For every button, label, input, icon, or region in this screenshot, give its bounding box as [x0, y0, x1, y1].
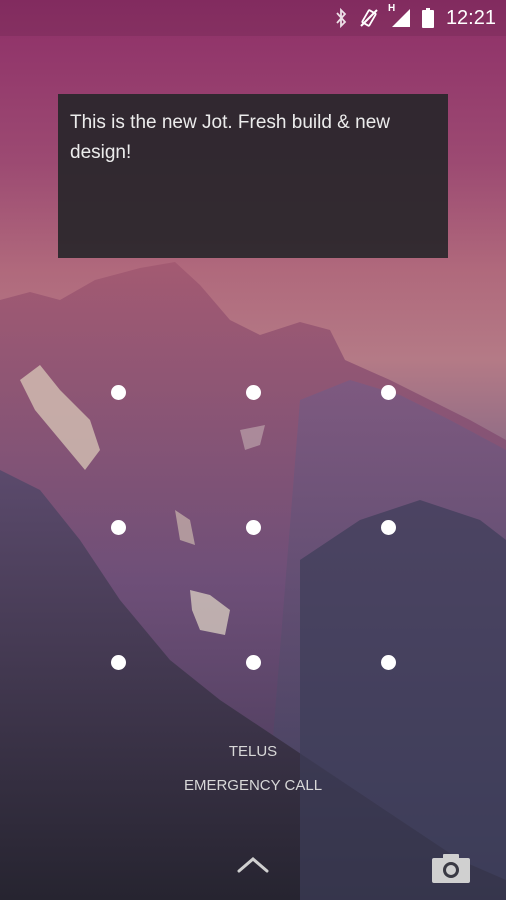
carrier-label: TELUS — [228, 743, 278, 760]
pattern-dot[interactable] — [381, 520, 396, 535]
pattern-dot[interactable] — [111, 655, 126, 670]
lock-screen: H 12:21 This is the new Jot. Fresh build… — [0, 0, 506, 900]
pattern-dot[interactable] — [381, 385, 396, 400]
pattern-dot[interactable] — [111, 520, 126, 535]
camera-icon — [432, 854, 470, 883]
pattern-dot[interactable] — [246, 385, 261, 400]
pattern-dot[interactable] — [111, 385, 126, 400]
pattern-dot[interactable] — [246, 520, 261, 535]
pattern-dot[interactable] — [246, 655, 261, 670]
emergency-call-button[interactable]: EMERGENCY CALL — [150, 773, 356, 799]
pattern-lock-grid[interactable] — [0, 0, 506, 900]
pattern-dot[interactable] — [381, 655, 396, 670]
camera-button[interactable] — [428, 848, 474, 888]
chevron-up-icon — [237, 857, 269, 873]
unlock-handle[interactable] — [233, 850, 273, 880]
